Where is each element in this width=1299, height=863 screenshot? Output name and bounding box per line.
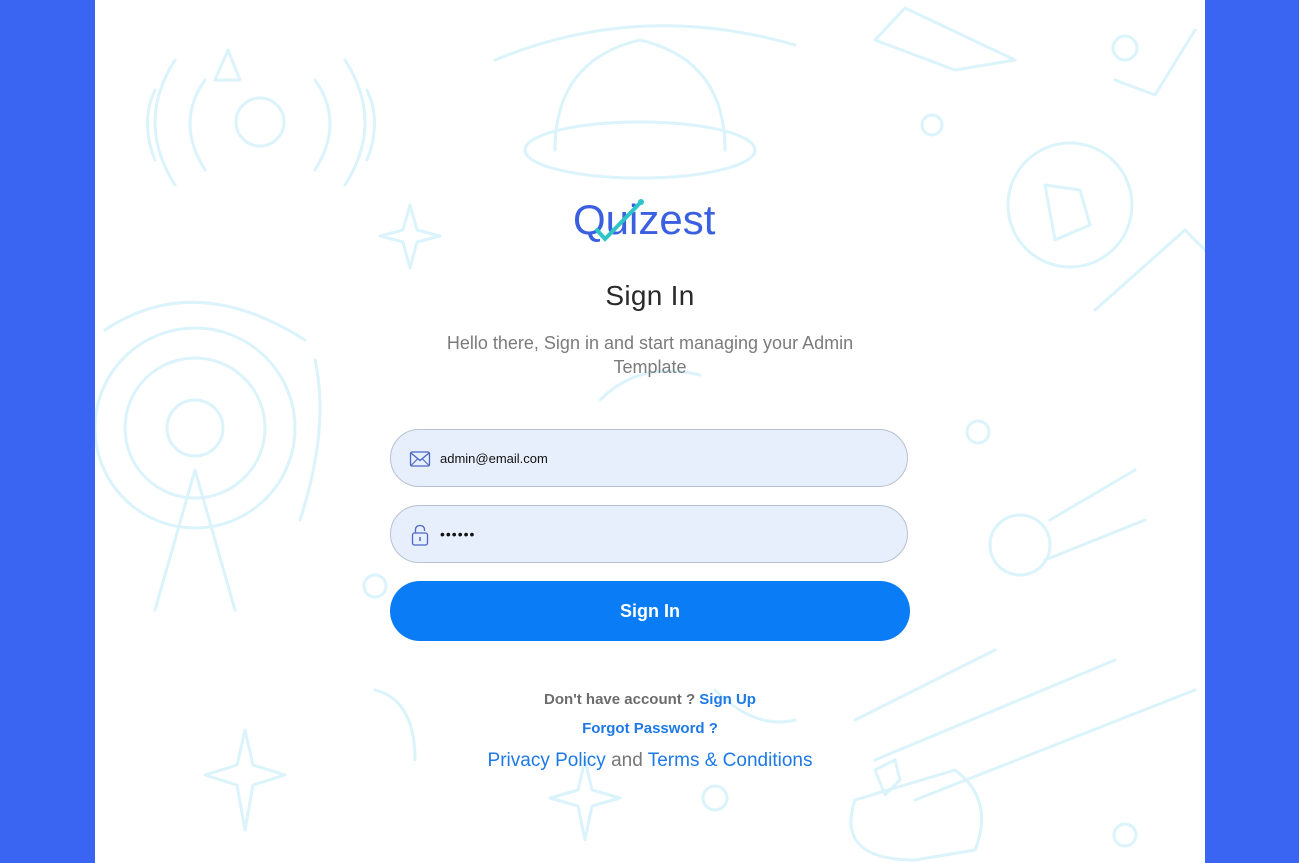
forgot-password-link[interactable]: Forgot Password ?: [582, 720, 718, 737]
envelope-icon: [409, 451, 431, 467]
signin-panel: Quizest Sign In Hello there, Sign in and…: [95, 0, 1205, 863]
terms-link[interactable]: Terms & Conditions: [648, 750, 813, 771]
legal-links: Privacy Policy and Terms & Conditions: [95, 750, 1205, 772]
signin-button[interactable]: Sign In: [390, 581, 910, 641]
lock-icon: [411, 524, 429, 546]
signup-link[interactable]: Sign Up: [699, 691, 756, 708]
and-text: and: [611, 750, 643, 771]
page-title: Sign In: [605, 280, 695, 311]
no-account-text: Don't have account ?: [544, 691, 696, 708]
quizest-logo: Quizest: [573, 196, 716, 243]
signup-prompt: Don't have account ? Sign Up: [95, 691, 1205, 708]
email-input[interactable]: [440, 430, 880, 486]
page-subtitle: Hello there, Sign in and start managing …: [446, 333, 854, 377]
password-input[interactable]: [440, 506, 880, 562]
email-field[interactable]: [390, 429, 908, 487]
privacy-policy-link[interactable]: Privacy Policy: [488, 750, 606, 771]
logo-wordmark: Quizest: [573, 196, 716, 243]
password-field[interactable]: [390, 505, 908, 563]
logo-dot: [638, 199, 644, 205]
forgot-password-row: Forgot Password ?: [95, 720, 1205, 737]
